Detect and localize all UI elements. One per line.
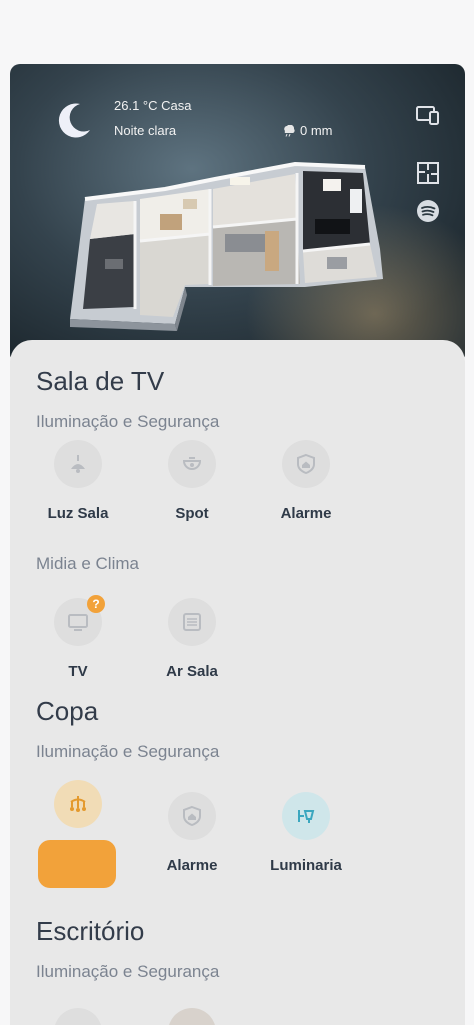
floorplan-icon[interactable] (415, 160, 441, 186)
device-alarme-sala[interactable] (282, 440, 330, 488)
shield-home-icon (183, 805, 201, 827)
room-title-sala-de-tv: Sala de TV (36, 366, 165, 396)
section-label-iluminacao: Iluminação e Segurança (36, 412, 220, 431)
rain-value: 0 mm (300, 123, 333, 138)
device-label-spot: Spot (175, 505, 209, 522)
room-title-copa: Copa (36, 696, 99, 726)
device-label-luminaria: Luminaria (270, 857, 342, 874)
device-label-luz-sala: Luz Sala (47, 505, 109, 522)
device-alarme-copa[interactable] (168, 792, 216, 840)
3d-floorplan-image[interactable] (65, 159, 395, 334)
device-luz-sala[interactable] (54, 440, 102, 488)
device-spot[interactable] (168, 440, 216, 488)
weather-temperature: 26.1 °C Casa (114, 98, 192, 113)
section-label-iluminacao-escritorio: Iluminação e Segurança (36, 962, 220, 981)
device-label-alarme-sala: Alarme (280, 505, 332, 522)
home-hero-panel: 26.1 °C Casa Noite clara 0 mm (10, 64, 465, 364)
shield-home-icon (297, 453, 315, 475)
device-label-tv: TV (68, 663, 88, 680)
device-label-alarme-copa: Alarme (166, 857, 218, 874)
moon-icon (58, 103, 90, 138)
device-active-tile[interactable] (38, 840, 116, 888)
device-label-ar-sala: Ar Sala (166, 663, 218, 680)
rain-cloud-icon (284, 124, 295, 137)
warning-badge: ? (87, 595, 105, 613)
spot-light-icon (182, 457, 202, 470)
section-label-midia-clima: Midia e Clima (36, 554, 139, 573)
device-lustre-copa[interactable] (54, 780, 102, 828)
room-title-escritorio: Escritório (36, 916, 145, 946)
rain-amount: 0 mm (282, 123, 333, 138)
device-ar-sala[interactable] (168, 598, 216, 646)
tv-icon (68, 614, 88, 631)
spotify-icon[interactable] (415, 198, 441, 224)
chandelier-icon (70, 796, 86, 812)
air-conditioner-icon (183, 613, 201, 631)
weather-description: Noite clara (114, 123, 177, 138)
wall-lamp-icon (298, 810, 315, 823)
device-luminaria[interactable] (282, 792, 330, 840)
devices-icon[interactable] (415, 102, 441, 128)
ceiling-lamp-icon (71, 455, 85, 473)
section-label-iluminacao-copa: Iluminação e Segurança (36, 742, 220, 761)
